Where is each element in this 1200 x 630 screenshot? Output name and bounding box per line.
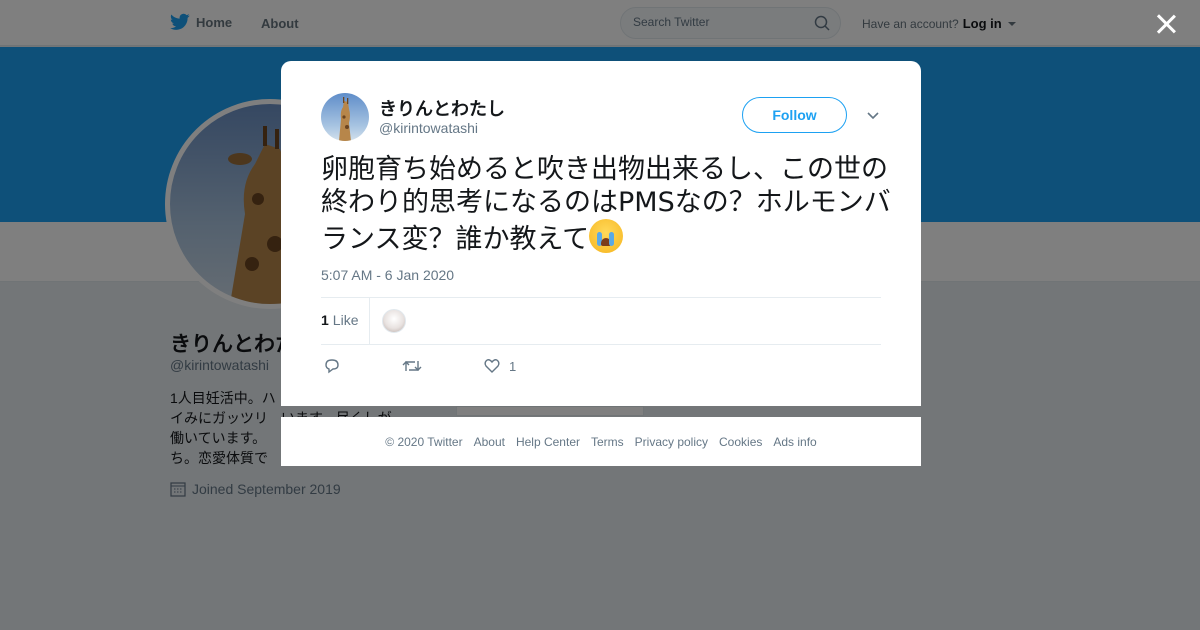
author-handle[interactable]: @kirintowatashi (379, 120, 478, 136)
footer-link-terms[interactable]: Terms (591, 435, 624, 449)
footer-copyright: © 2020 Twitter (385, 434, 463, 449)
stats-divider (369, 298, 370, 345)
footer-link-help-center[interactable]: Help Center (516, 435, 580, 449)
like-count: 1 (509, 358, 517, 374)
like-button[interactable]: 1 (483, 357, 516, 375)
author-avatar[interactable] (321, 93, 369, 141)
close-icon[interactable] (1155, 13, 1177, 35)
tweet-timestamp[interactable]: 5:07 AM - 6 Jan 2020 (321, 267, 454, 283)
modal-footer: © 2020 Twitter About Help Center Terms P… (281, 417, 921, 466)
tweet-text: 卵胞育ち始めると吹き出物出来るし、この世の終わり的思考になるのはPMSなの？ホル… (321, 153, 891, 256)
reply-button[interactable] (323, 357, 341, 375)
chevron-down-icon[interactable] (866, 109, 880, 123)
loudly-crying-face-icon (589, 219, 624, 253)
likes-label: Like (332, 312, 359, 328)
author-name[interactable]: きりんとわたし (379, 95, 505, 121)
footer-link-about[interactable]: About (474, 435, 505, 449)
follow-button[interactable]: Follow (742, 97, 847, 133)
likes-count[interactable]: 1 Like (321, 312, 358, 328)
footer-link-cookies[interactable]: Cookies (719, 435, 762, 449)
tweet-modal: きりんとわたし @kirintowatashi Follow 卵胞育ち始めると吹… (281, 61, 921, 406)
footer-link-privacy[interactable]: Privacy policy (635, 435, 708, 449)
tweet-actions: 1 (321, 355, 881, 379)
likes-number: 1 (321, 312, 329, 328)
heart-icon (484, 359, 500, 373)
tweet-stats: 1 Like (321, 297, 881, 345)
retweet-button[interactable] (402, 357, 422, 375)
footer-link-ads-info[interactable]: Ads info (773, 435, 816, 449)
reply-icon (325, 359, 339, 374)
liker-avatar[interactable] (382, 309, 406, 333)
retweet-icon (402, 361, 422, 371)
giraffe-icon (339, 97, 351, 141)
